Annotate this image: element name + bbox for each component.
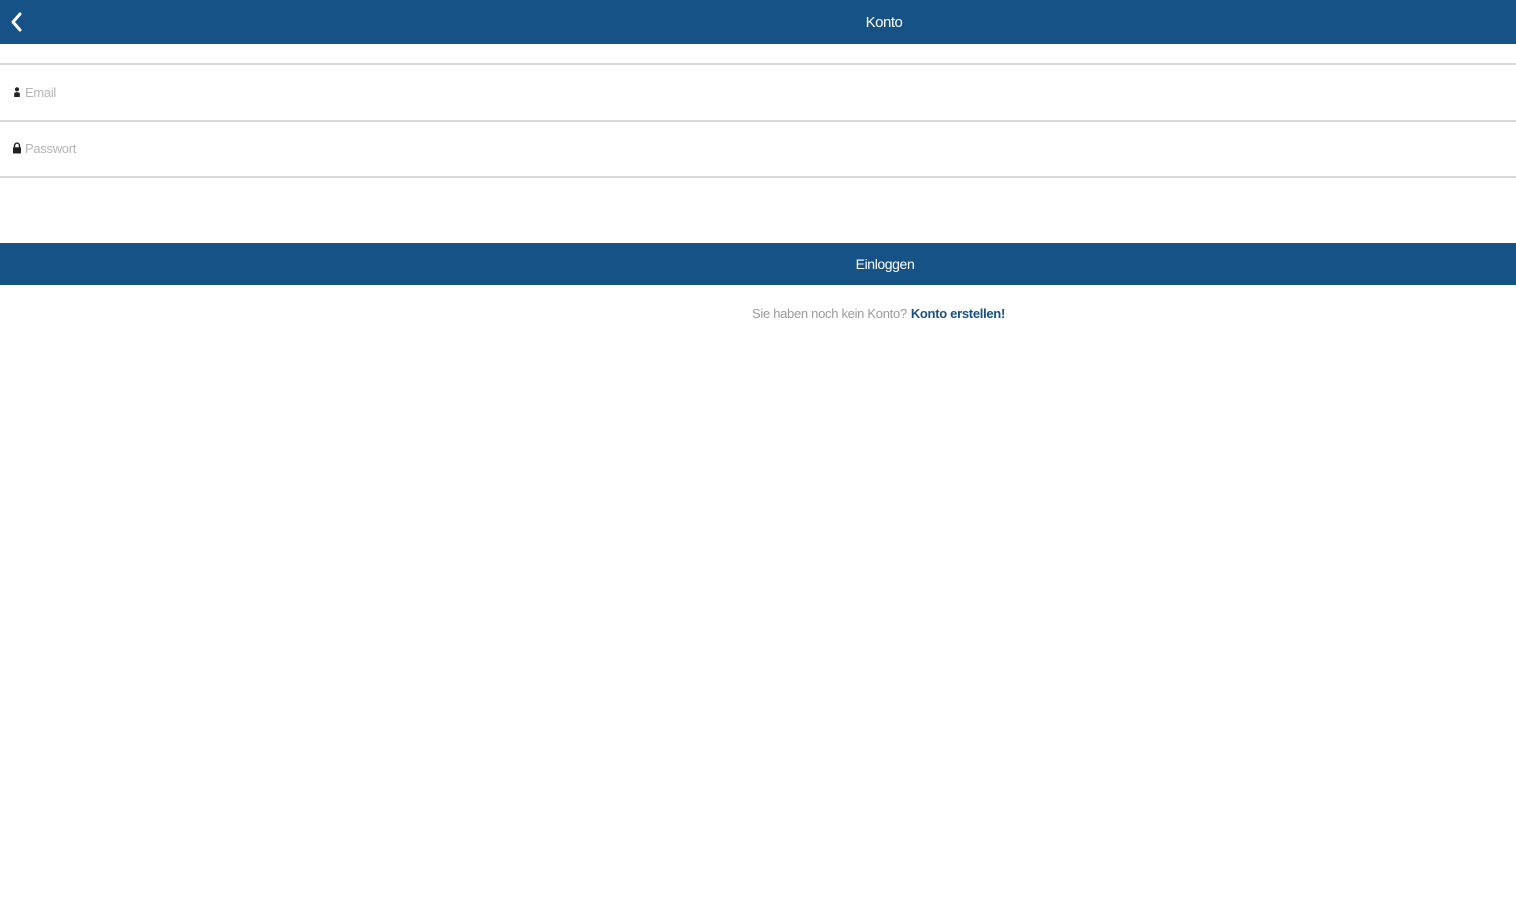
email-field-row [0,65,1516,122]
signup-prompt-line: Sie haben noch kein Konto? Konto erstelle… [752,306,1005,324]
app-window: Konto Einloggen Sie haben noch kein Kont… [0,0,1516,900]
password-field-row [0,121,1516,178]
login-button[interactable]: Einloggen [0,243,1516,285]
password-input[interactable] [25,137,1495,159]
create-account-link[interactable]: Konto erstellen! [911,306,1005,321]
login-button-label: Einloggen [855,256,915,272]
signup-prompt-text: Sie haben noch kein Konto? [752,306,907,321]
lock-icon [11,141,23,155]
back-button[interactable] [4,8,28,36]
page-title: Konto [865,14,903,31]
app-header: Konto [0,0,1516,44]
chevron-left-icon [11,12,22,32]
person-icon [11,85,23,99]
email-input[interactable] [25,81,1495,103]
